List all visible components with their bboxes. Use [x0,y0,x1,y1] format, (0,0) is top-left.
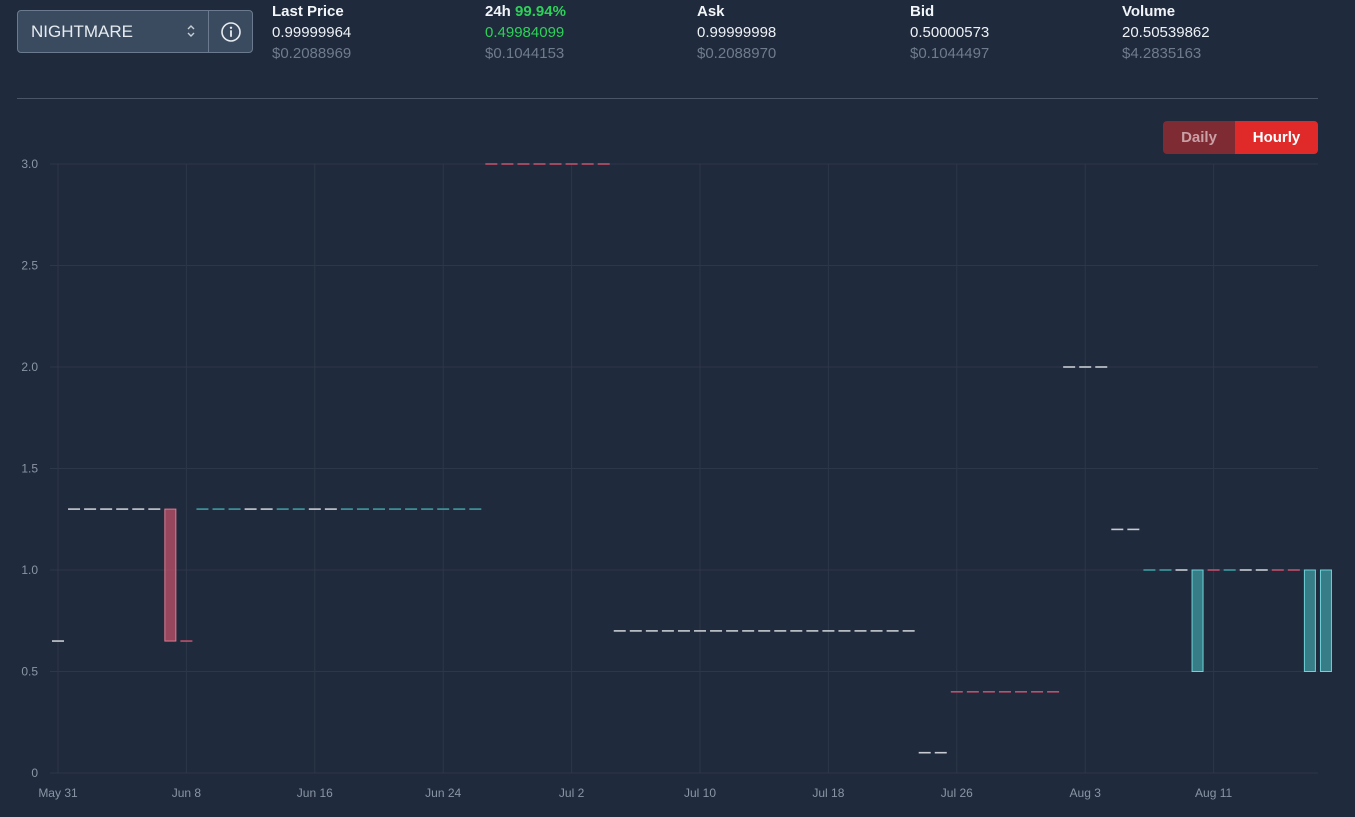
y-tick-label: 3.0 [21,157,38,171]
y-tick-label: 2.0 [21,360,38,374]
candle-body [1303,569,1316,672]
x-tick-label: Aug 11 [1195,786,1232,800]
candle-body [1319,569,1332,672]
x-tick-label: Jun 24 [425,786,461,800]
candle-body [1191,569,1204,672]
price-chart: 0 0.5 1.0 1.5 2.0 2.5 3.0 May 31 Jun 8 Jun 16 Jun … [21,157,1332,800]
y-tick-label: 0.5 [21,665,38,679]
candle-body [164,508,177,642]
y-tick-label: 0 [31,766,38,780]
y-tick-label: 1.0 [21,563,38,577]
y-tick-label: 1.5 [21,462,38,476]
y-tick-label: 2.5 [21,259,38,273]
x-tick-label: Jun 16 [297,786,333,800]
x-tick-label: Jun 8 [172,786,202,800]
x-tick-label: May 31 [38,786,78,800]
x-tick-label: Aug 3 [1070,786,1102,800]
x-tick-label: Jul 10 [684,786,716,800]
x-tick-label: Jul 26 [941,786,973,800]
x-tick-label: Jul 18 [812,786,844,800]
x-tick-label: Jul 2 [559,786,585,800]
